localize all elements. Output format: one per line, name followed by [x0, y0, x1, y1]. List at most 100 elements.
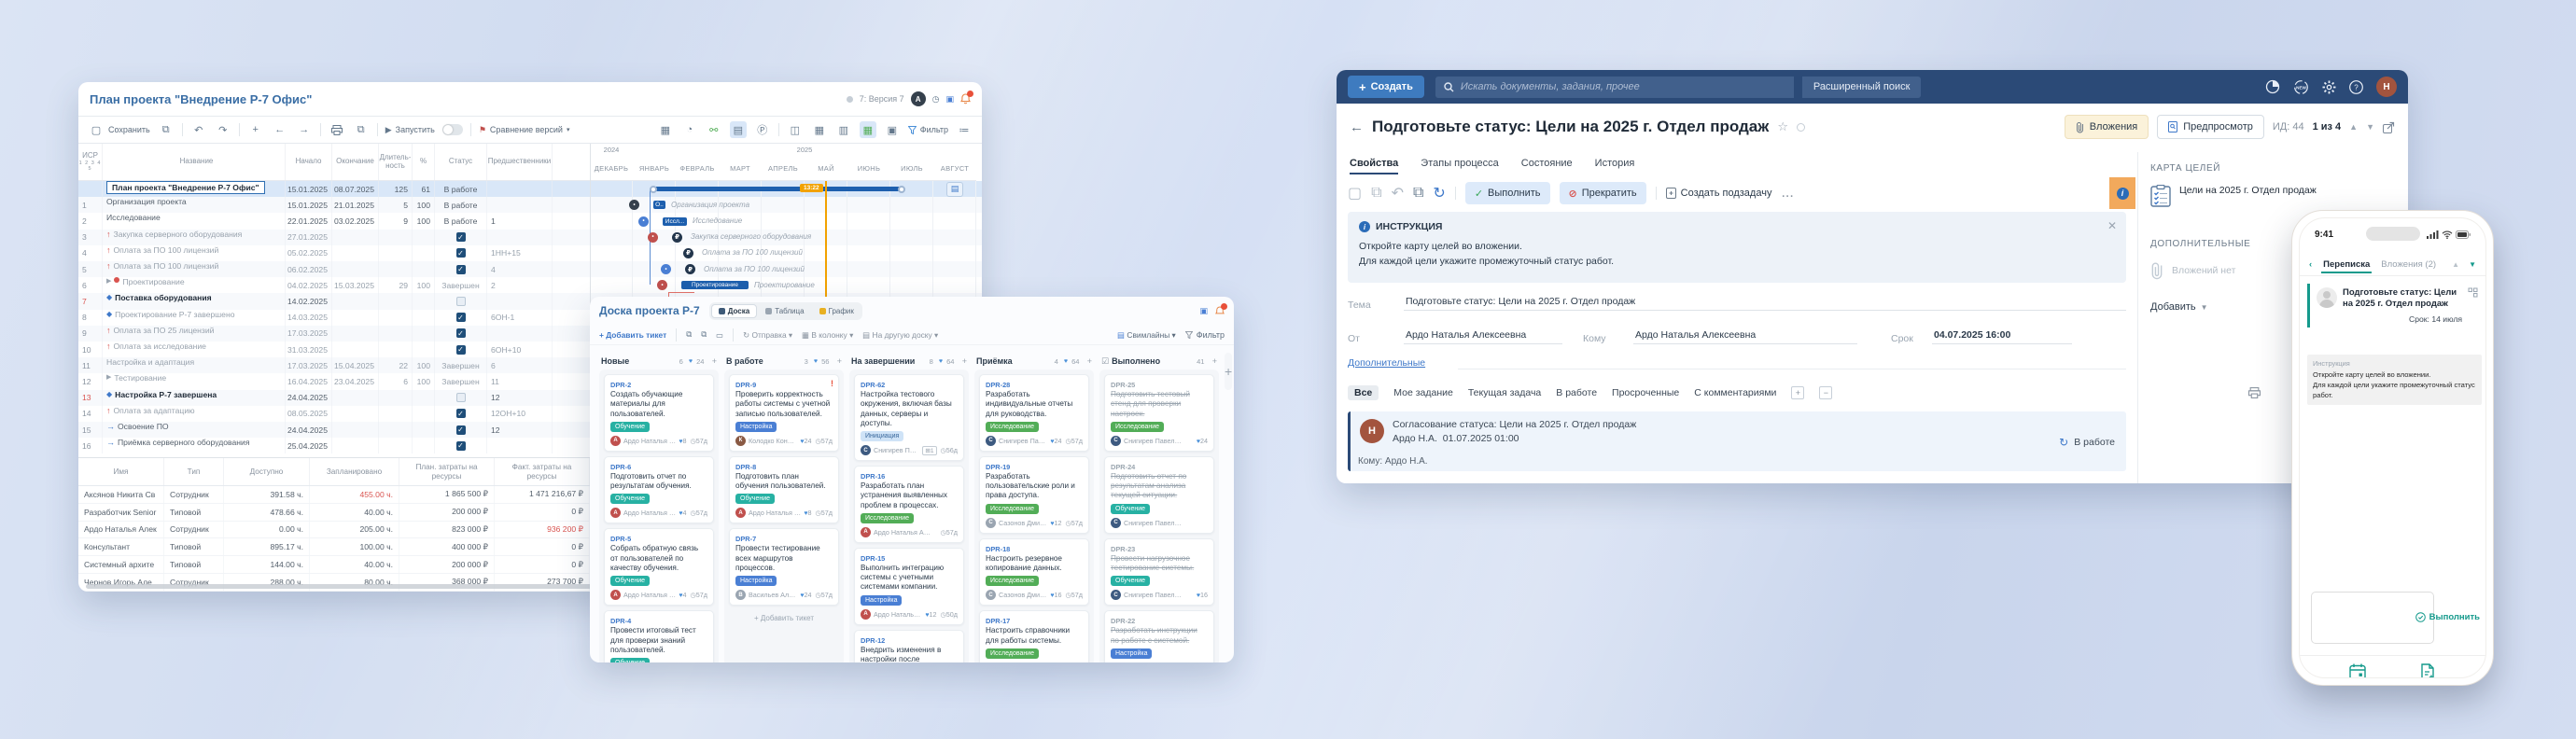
kanban-card[interactable]: DPR-28Разработать индивидуальные отчеты …: [979, 374, 1089, 452]
expand-icon[interactable]: ▼: [2469, 260, 2476, 269]
kanban-card[interactable]: DPR-22Разработать инструкции по работе с…: [1104, 610, 1214, 662]
avatar[interactable]: А: [911, 91, 926, 106]
copy-icon[interactable]: ⧉: [686, 329, 692, 340]
whats-new-icon[interactable]: NEW: [2293, 79, 2309, 95]
redo-icon[interactable]: ↷: [215, 121, 231, 138]
open-new-window-icon[interactable]: [2383, 121, 2395, 133]
table-view-icon[interactable]: ▥: [835, 121, 852, 138]
task-bar[interactable]: Проектирование: [681, 281, 749, 289]
kanban-card[interactable]: DPR-5Собрать обратную связь от пользоват…: [604, 528, 714, 606]
filter-button[interactable]: Фильтр: [908, 125, 948, 134]
schedule-icon[interactable]: ▤: [730, 121, 747, 138]
summary-bar[interactable]: [653, 187, 902, 191]
indent-icon[interactable]: →: [296, 121, 313, 138]
copy-icon[interactable]: ⧉: [1413, 185, 1423, 202]
phone-complete-button[interactable]: Выполнить: [2415, 612, 2480, 622]
kanban-card[interactable]: DPR-12Внедрить изменения в настройки пос…: [854, 630, 964, 662]
collapse-icon[interactable]: ▲: [2452, 260, 2459, 269]
compare-versions-button[interactable]: ⚑Сравнение версий▾: [479, 125, 570, 135]
add-card-icon[interactable]: +: [962, 356, 967, 366]
tab-chat[interactable]: Переписка: [2321, 256, 2372, 273]
attachments-button[interactable]: Вложения: [2065, 115, 2149, 139]
filter-6[interactable]: С комментариями: [1694, 387, 1776, 398]
resource-view-icon[interactable]: ▦: [860, 121, 876, 138]
print-icon[interactable]: [2248, 387, 2261, 398]
run-toggle[interactable]: [442, 124, 463, 135]
run-button[interactable]: ▶Запустить: [385, 125, 435, 135]
goal-map-item[interactable]: Цели на 2025 г. Отдел продаж: [2150, 185, 2384, 207]
phone-task-card[interactable]: Подготовьте статус: Цели на 2025 г. Отде…: [2307, 284, 2482, 328]
to-board-dropdown[interactable]: ▤ На другую доску ▾: [862, 330, 938, 340]
kanban-card[interactable]: DPR-15Выполнить интеграцию системы с уче…: [854, 548, 964, 625]
kanban-card[interactable]: DPR-23Провести нагрузочное тестирование …: [1104, 538, 1214, 607]
settings-gear-icon[interactable]: [2322, 80, 2336, 94]
kanban-card[interactable]: DPR-25Подготовить тестовый стенд для про…: [1104, 374, 1214, 452]
next-icon[interactable]: ▼: [2366, 122, 2374, 132]
view-tab-график[interactable]: График: [813, 304, 861, 318]
settings-sliders-icon[interactable]: ≔: [956, 121, 973, 138]
add-card-icon[interactable]: +: [1087, 356, 1092, 366]
save-copy-icon[interactable]: ⧉: [1371, 185, 1381, 202]
swimlanes-dropdown[interactable]: ▤ Свимлайны ▾: [1117, 330, 1176, 340]
duplicate-icon[interactable]: ⧉: [353, 121, 370, 138]
advanced-search-button[interactable]: Расширенный поиск: [1801, 77, 1922, 98]
kanban-card[interactable]: DPR-16Разработать план устранения выявле…: [854, 466, 964, 543]
preview-button[interactable]: Предпросмотр: [2157, 115, 2264, 139]
kanban-card[interactable]: DPR-17Настроить справочники для работы с…: [979, 610, 1089, 662]
view-tab-таблица[interactable]: Таблица: [759, 304, 810, 318]
favorite-star-icon[interactable]: ☆: [1777, 119, 1788, 134]
add-column-button[interactable]: +: [1225, 353, 1232, 390]
kanban-card[interactable]: DPR-7Провести тестирование всех маршруто…: [729, 528, 839, 606]
payment-milestone-icon[interactable]: ₽: [683, 248, 693, 258]
create-button[interactable]: +Создать: [1348, 76, 1424, 98]
back-icon[interactable]: ←: [1350, 119, 1364, 135]
create-doc-icon[interactable]: [2419, 663, 2436, 679]
add-card-icon[interactable]: +: [712, 356, 717, 366]
notifications-bell-icon[interactable]: [1215, 306, 1225, 316]
undo-icon[interactable]: ↶: [1392, 184, 1404, 202]
hourglass-icon[interactable]: ◔: [681, 121, 698, 138]
user-avatar[interactable]: Н: [2376, 77, 2397, 97]
kanban-card[interactable]: DPR-62Настройка тестового окружения, вкл…: [854, 374, 964, 461]
tab-2[interactable]: Этапы процесса: [1421, 152, 1498, 174]
global-search-input[interactable]: Искать документы, задания, прочее: [1435, 77, 1794, 98]
grid-view-icon[interactable]: ▦: [811, 121, 828, 138]
tab-4[interactable]: История: [1595, 152, 1635, 174]
copy-icon[interactable]: ⧉: [158, 121, 175, 138]
notifications-bell-icon[interactable]: [960, 93, 971, 105]
kanban-card[interactable]: DPR-24Подготовить отчет по результатам а…: [1104, 456, 1214, 534]
payment-milestone-icon[interactable]: ₽: [672, 232, 682, 243]
screenshot-icon[interactable]: ▣: [945, 94, 954, 105]
task-bar[interactable]: Иссл...: [663, 217, 687, 226]
more-button[interactable]: ...: [1781, 185, 1793, 202]
calendar-icon[interactable]: [2349, 663, 2366, 679]
duplicate-icon[interactable]: ⧉: [701, 329, 707, 340]
save-button[interactable]: ▢Сохранить: [88, 121, 150, 138]
link-icon[interactable]: ⚯: [706, 121, 722, 138]
summary-note-icon[interactable]: ▤: [946, 182, 963, 197]
add-card-icon[interactable]: +: [837, 356, 842, 366]
delete-icon[interactable]: ▭: [716, 330, 723, 340]
chart-view-icon[interactable]: ◫: [787, 121, 804, 138]
additional-fields-link[interactable]: Дополнительные: [1348, 357, 1425, 369]
send-dropdown[interactable]: ↻ Отправка ▾: [743, 330, 792, 340]
payment-milestone-icon[interactable]: ₽: [685, 264, 695, 274]
kanban-card[interactable]: DPR-18Настроить резервное копирование да…: [979, 538, 1089, 607]
help-icon[interactable]: ?: [2349, 80, 2363, 94]
kanban-card[interactable]: DPR-2Создать обучающие материалы для пол…: [604, 374, 714, 452]
complete-button[interactable]: ✓Выполнить: [1465, 182, 1550, 204]
filter-2[interactable]: Мое задание: [1393, 387, 1453, 398]
to-column-dropdown[interactable]: ▦ В колонку ▾: [802, 330, 853, 340]
theme-value[interactable]: Подготовьте статус: Цели на 2025 г. Отде…: [1404, 296, 2126, 311]
kanban-card[interactable]: DPR-4Провести итоговый тест для проверки…: [604, 610, 714, 662]
subtask-item[interactable]: Н Согласование статуса: Цели на 2025 г. …: [1348, 411, 2126, 471]
from-value[interactable]: Ардо Наталья Алексеевна: [1404, 329, 1562, 344]
back-icon[interactable]: ‹: [2309, 259, 2312, 270]
panel-view-icon[interactable]: ▣: [884, 121, 901, 138]
create-subtask-button[interactable]: Создать подзадачу: [1666, 188, 1772, 199]
currency-icon[interactable]: Ⓟ: [754, 121, 771, 138]
history-icon[interactable]: ◷: [932, 94, 940, 105]
add-ticket-button[interactable]: + Добавить тикет: [599, 330, 666, 340]
tab-attachments[interactable]: Вложения (2): [2381, 259, 2436, 270]
undo-icon[interactable]: ↶: [190, 121, 207, 138]
